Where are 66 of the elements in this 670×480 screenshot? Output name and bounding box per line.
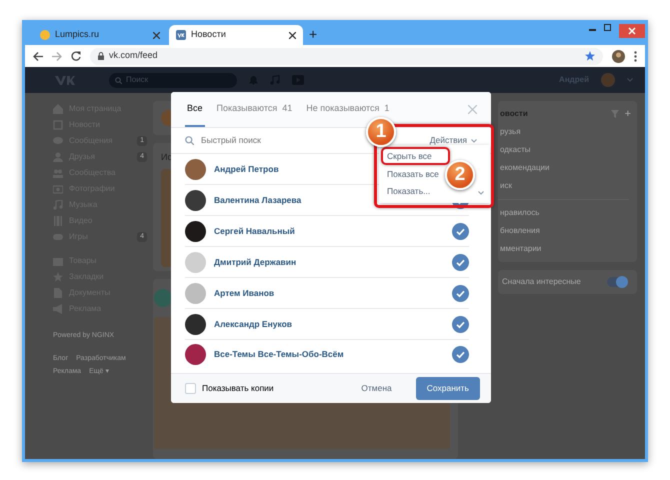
menu-item[interactable]: бновления — [500, 225, 540, 237]
avatar — [185, 220, 206, 242]
caret-icon — [478, 191, 484, 195]
reload-icon[interactable] — [71, 51, 81, 61]
favicon-icon — [40, 30, 50, 40]
check-icon[interactable] — [452, 284, 469, 302]
menu-item[interactable]: екомендации — [500, 162, 550, 174]
avatar — [185, 190, 206, 210]
check-icon[interactable] — [452, 316, 469, 332]
avatar — [185, 282, 206, 304]
person-name[interactable]: Валентина Лазарева — [214, 194, 302, 206]
close-icon[interactable] — [289, 32, 296, 38]
avatar — [185, 314, 206, 334]
caret-icon — [471, 138, 477, 142]
tab-title: Lumpics.ru — [55, 28, 100, 42]
person-name[interactable]: Все-Темы Все-Темы-Обо-Всём — [214, 348, 344, 361]
address-text: vk.com/feed — [109, 49, 159, 62]
person-name[interactable]: Андрей Петров — [214, 162, 279, 176]
search-icon — [115, 76, 122, 84]
filter-tab[interactable]: Все — [185, 92, 205, 127]
toggle-label: Сначала интересные — [502, 276, 581, 288]
person-name[interactable]: Артем Иванов — [214, 286, 274, 300]
avatar-icon[interactable] — [612, 50, 625, 62]
checkbox[interactable] — [185, 383, 196, 394]
person-name[interactable]: Сергей Навальный — [214, 224, 295, 238]
lock-icon — [98, 52, 104, 60]
avatar — [185, 252, 206, 272]
person-name[interactable]: Дмитрий Державин — [214, 256, 296, 268]
maximize-icon[interactable] — [604, 24, 611, 31]
star-icon[interactable] — [585, 51, 595, 61]
filter-tab[interactable]: Показываются 41 — [214, 92, 294, 127]
browser-tab[interactable]: Новости — [169, 25, 303, 45]
tab-title: Новости — [191, 28, 227, 42]
checkbox-label: Показывать копии — [202, 382, 274, 395]
menu-item[interactable]: одкасты — [500, 144, 530, 156]
search-icon — [185, 136, 194, 145]
music-icon — [53, 200, 63, 210]
favicon-icon — [176, 30, 186, 40]
check-icon[interactable] — [452, 346, 469, 363]
person-name[interactable]: Александр Енуков — [214, 318, 292, 330]
menu-icon[interactable] — [634, 50, 637, 62]
close-icon[interactable] — [153, 32, 160, 38]
check-icon[interactable] — [452, 254, 469, 270]
avatar-icon — [154, 289, 172, 307]
check-icon[interactable] — [452, 222, 469, 240]
forward-icon[interactable] — [52, 52, 62, 60]
menu-item[interactable]: мментарии — [500, 243, 542, 255]
back-icon[interactable] — [33, 52, 43, 60]
logo-icon — [55, 74, 75, 86]
chat-icon — [53, 136, 63, 146]
avatar — [185, 344, 206, 365]
address-bar[interactable]: vk.com/feed — [90, 48, 603, 64]
toggle-switch[interactable] — [607, 277, 627, 287]
new-tab-button[interactable]: + — [309, 25, 318, 43]
actions-dropdown[interactable]: Действия — [430, 134, 477, 147]
cancel-button[interactable]: Отмена — [355, 381, 398, 396]
menu-item[interactable]: овости — [500, 108, 528, 120]
menu-item[interactable]: иск — [500, 180, 512, 192]
add-button[interactable]: + — [624, 106, 631, 122]
menu-item[interactable]: нравилось — [500, 207, 540, 219]
browser-tab[interactable]: Lumpics.ru — [33, 25, 167, 45]
search-field[interactable]: Поиск — [109, 72, 237, 88]
save-button[interactable]: Сохранить — [416, 377, 480, 400]
avatar — [185, 158, 206, 180]
search-placeholder: Поиск — [126, 74, 148, 86]
menu-item[interactable]: рузья — [500, 126, 521, 138]
